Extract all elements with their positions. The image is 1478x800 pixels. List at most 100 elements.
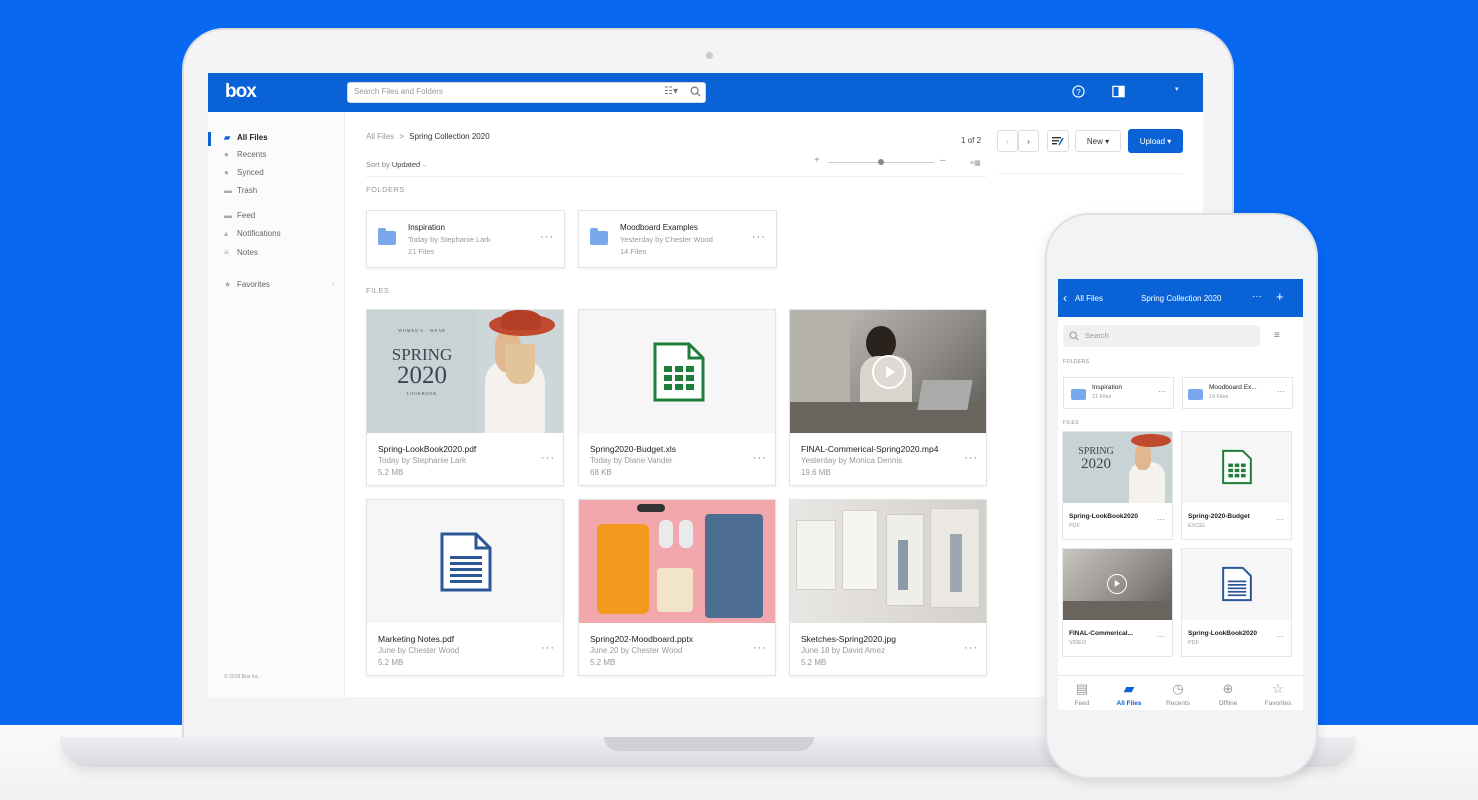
tab-feed[interactable]: ▤ Feed xyxy=(1062,681,1102,707)
zoom-slider[interactable]: + – xyxy=(814,155,949,167)
breadcrumb-current: Spring Collection 2020 xyxy=(409,132,490,141)
file-card[interactable]: Spring202-Moodboard.pptx June 20 by Ches… xyxy=(578,499,776,676)
zoom-in-icon[interactable]: + xyxy=(814,155,820,166)
file-card[interactable]: WOMEN'S · WEAR SPRING 2020 LOOKBOOK Spri… xyxy=(366,309,564,486)
mobile-file-card[interactable]: Spring-2020-Budget EXCEL ··· xyxy=(1181,431,1292,540)
sidebar-item-trash[interactable]: ▬ Trash xyxy=(224,186,257,195)
more-options-icon[interactable]: ··· xyxy=(1276,515,1284,524)
sidebar-item-label: Synced xyxy=(237,168,264,177)
prev-page-button[interactable]: ‹ xyxy=(997,130,1018,152)
box-logo[interactable]: box xyxy=(225,81,257,103)
sketch-sheet xyxy=(796,520,836,590)
more-options-icon[interactable]: ··· xyxy=(1157,632,1165,641)
mobile-folder-card[interactable]: Inspiration 21 Files ··· xyxy=(1063,377,1174,409)
file-type: EXCEL xyxy=(1188,523,1207,529)
file-size: 19.6 MB xyxy=(801,468,831,477)
file-updated: Today by Diane Vander xyxy=(590,456,673,465)
file-name: Spring-2020-Budget xyxy=(1188,513,1250,520)
file-name: FINAL-Commerical... xyxy=(1069,630,1133,637)
file-card[interactable]: Sketches-Spring2020.jpg June 18 by David… xyxy=(789,499,987,676)
breadcrumb: All Files > Spring Collection 2020 xyxy=(366,132,490,141)
model-hair xyxy=(505,344,535,384)
tab-favorites[interactable]: ☆ Favorites xyxy=(1258,681,1298,707)
file-name: Spring-LookBook2020 xyxy=(1188,630,1257,637)
back-chevron-icon[interactable]: ‹ xyxy=(1063,291,1067,305)
search-icon[interactable] xyxy=(690,86,701,100)
play-icon[interactable] xyxy=(872,355,906,389)
mobile-search-input[interactable]: Search xyxy=(1063,325,1260,347)
more-options-icon[interactable]: ··· xyxy=(540,231,554,243)
folder-count: 21 Files xyxy=(408,247,435,256)
sidebar-item-favorites[interactable]: ★ Favorites › xyxy=(224,280,334,289)
more-options-icon[interactable]: ··· xyxy=(541,642,555,654)
folder-card[interactable]: Inspiration Today by Stephanie Lark 21 F… xyxy=(366,210,565,268)
pagination-label: 1 of 2 xyxy=(961,136,982,145)
sort-control[interactable]: Sort by Updated ⌵ xyxy=(366,160,427,170)
mobile-file-card[interactable]: FINAL-Commerical... VIDEO ··· xyxy=(1062,548,1173,657)
more-options-icon[interactable]: ··· xyxy=(752,231,766,243)
file-card[interactable]: FINAL-Commerical-Spring2020.mp4 Yesterda… xyxy=(789,309,987,486)
more-options-icon[interactable]: ··· xyxy=(541,452,555,464)
more-options-icon[interactable]: ··· xyxy=(1277,387,1285,396)
filter-icon[interactable]: ☷▾ xyxy=(664,86,678,97)
more-options-icon[interactable]: ··· xyxy=(1252,291,1262,302)
sidebar-item-label: Favorites xyxy=(237,280,270,289)
back-link[interactable]: All Files xyxy=(1075,294,1103,303)
lookbook-thumbnail: WOMEN'S · WEAR SPRING 2020 LOOKBOOK xyxy=(367,310,563,433)
file-size: 68 KB xyxy=(590,468,612,477)
help-icon[interactable]: ? xyxy=(1072,85,1085,101)
folder-name: Inspiration xyxy=(1092,384,1122,391)
video-thumbnail xyxy=(790,310,986,433)
sidebar-item-feed[interactable]: ▬ Feed xyxy=(224,211,255,220)
mobile-folder-card[interactable]: Moodboard Ex... 14 Files ··· xyxy=(1182,377,1293,409)
breadcrumb-root[interactable]: All Files xyxy=(366,132,394,141)
document-icon xyxy=(1222,566,1252,602)
panel-icon[interactable] xyxy=(1112,85,1125,101)
search-input[interactable]: Search Files and Folders ☷▾ xyxy=(347,82,706,103)
zoom-out-icon[interactable]: – xyxy=(940,155,946,166)
sidebar-item-synced[interactable]: ● Synced xyxy=(224,168,264,177)
file-card[interactable]: Spring2020-Budget.xls Today by Diane Van… xyxy=(578,309,776,486)
sidebar-item-all-files[interactable]: ▰ All Files xyxy=(224,133,268,142)
doc-thumbnail xyxy=(1182,549,1291,620)
more-options-icon[interactable]: ··· xyxy=(964,452,978,464)
more-options-icon[interactable]: ··· xyxy=(753,452,767,464)
add-icon[interactable]: + xyxy=(1276,289,1284,304)
file-type: VIDEO xyxy=(1069,640,1087,646)
file-card[interactable]: Marketing Notes.pdf June by Chester Wood… xyxy=(366,499,564,676)
sidebar-item-label: All Files xyxy=(237,133,268,142)
sidebar-item-notes[interactable]: ≡ Notes xyxy=(224,248,258,257)
folder-icon: ▰ xyxy=(1124,681,1134,696)
notes-icon: ≡ xyxy=(224,247,229,257)
sidebar-item-label: Recents xyxy=(237,150,267,159)
notes-button[interactable] xyxy=(1047,130,1069,152)
account-dropdown-icon[interactable]: ▾ xyxy=(1175,85,1179,93)
new-button[interactable]: New ▾ xyxy=(1075,130,1121,152)
sort-icon[interactable]: ≡ xyxy=(1274,330,1280,341)
folder-card[interactable]: Moodboard Examples Yesterday by Chester … xyxy=(578,210,777,268)
shared-folder-icon xyxy=(590,228,608,245)
file-type: PDF xyxy=(1188,640,1199,646)
mobile-file-card[interactable]: Spring-LookBook2020 PDF ··· xyxy=(1181,548,1292,657)
sidebar-item-notifications[interactable]: ▴ Notifications xyxy=(224,229,281,238)
chevron-left-icon: ‹ xyxy=(1006,136,1009,146)
more-options-icon[interactable]: ··· xyxy=(753,642,767,654)
more-options-icon[interactable]: ··· xyxy=(1276,632,1284,641)
chevron-right-icon[interactable]: › xyxy=(332,282,334,288)
more-options-icon[interactable]: ··· xyxy=(1158,387,1166,396)
next-page-button[interactable]: › xyxy=(1018,130,1039,152)
file-updated: Yesterday by Monica Dennis xyxy=(801,456,903,465)
tab-recents[interactable]: ◷ Recents xyxy=(1158,681,1198,707)
more-options-icon[interactable]: ··· xyxy=(964,642,978,654)
slider-handle[interactable] xyxy=(878,159,884,165)
tab-offline[interactable]: ⊕ Offline xyxy=(1208,681,1248,707)
upload-button[interactable]: Upload ▾ xyxy=(1128,129,1183,153)
mobile-file-card[interactable]: SPRING 2020 Spring-LookBook2020 PDF ··· xyxy=(1062,431,1173,540)
play-icon[interactable] xyxy=(1107,574,1127,594)
tab-all-files[interactable]: ▰ All Files xyxy=(1109,681,1149,707)
more-options-icon[interactable]: ··· xyxy=(1157,515,1165,524)
lookbook-footer: LOOKBOOK xyxy=(406,391,438,396)
file-size: 5.2 MB xyxy=(378,658,404,667)
sidebar-item-recents[interactable]: ● Recents xyxy=(224,150,266,159)
view-toggle-icon[interactable]: ≡▦ xyxy=(970,159,981,167)
